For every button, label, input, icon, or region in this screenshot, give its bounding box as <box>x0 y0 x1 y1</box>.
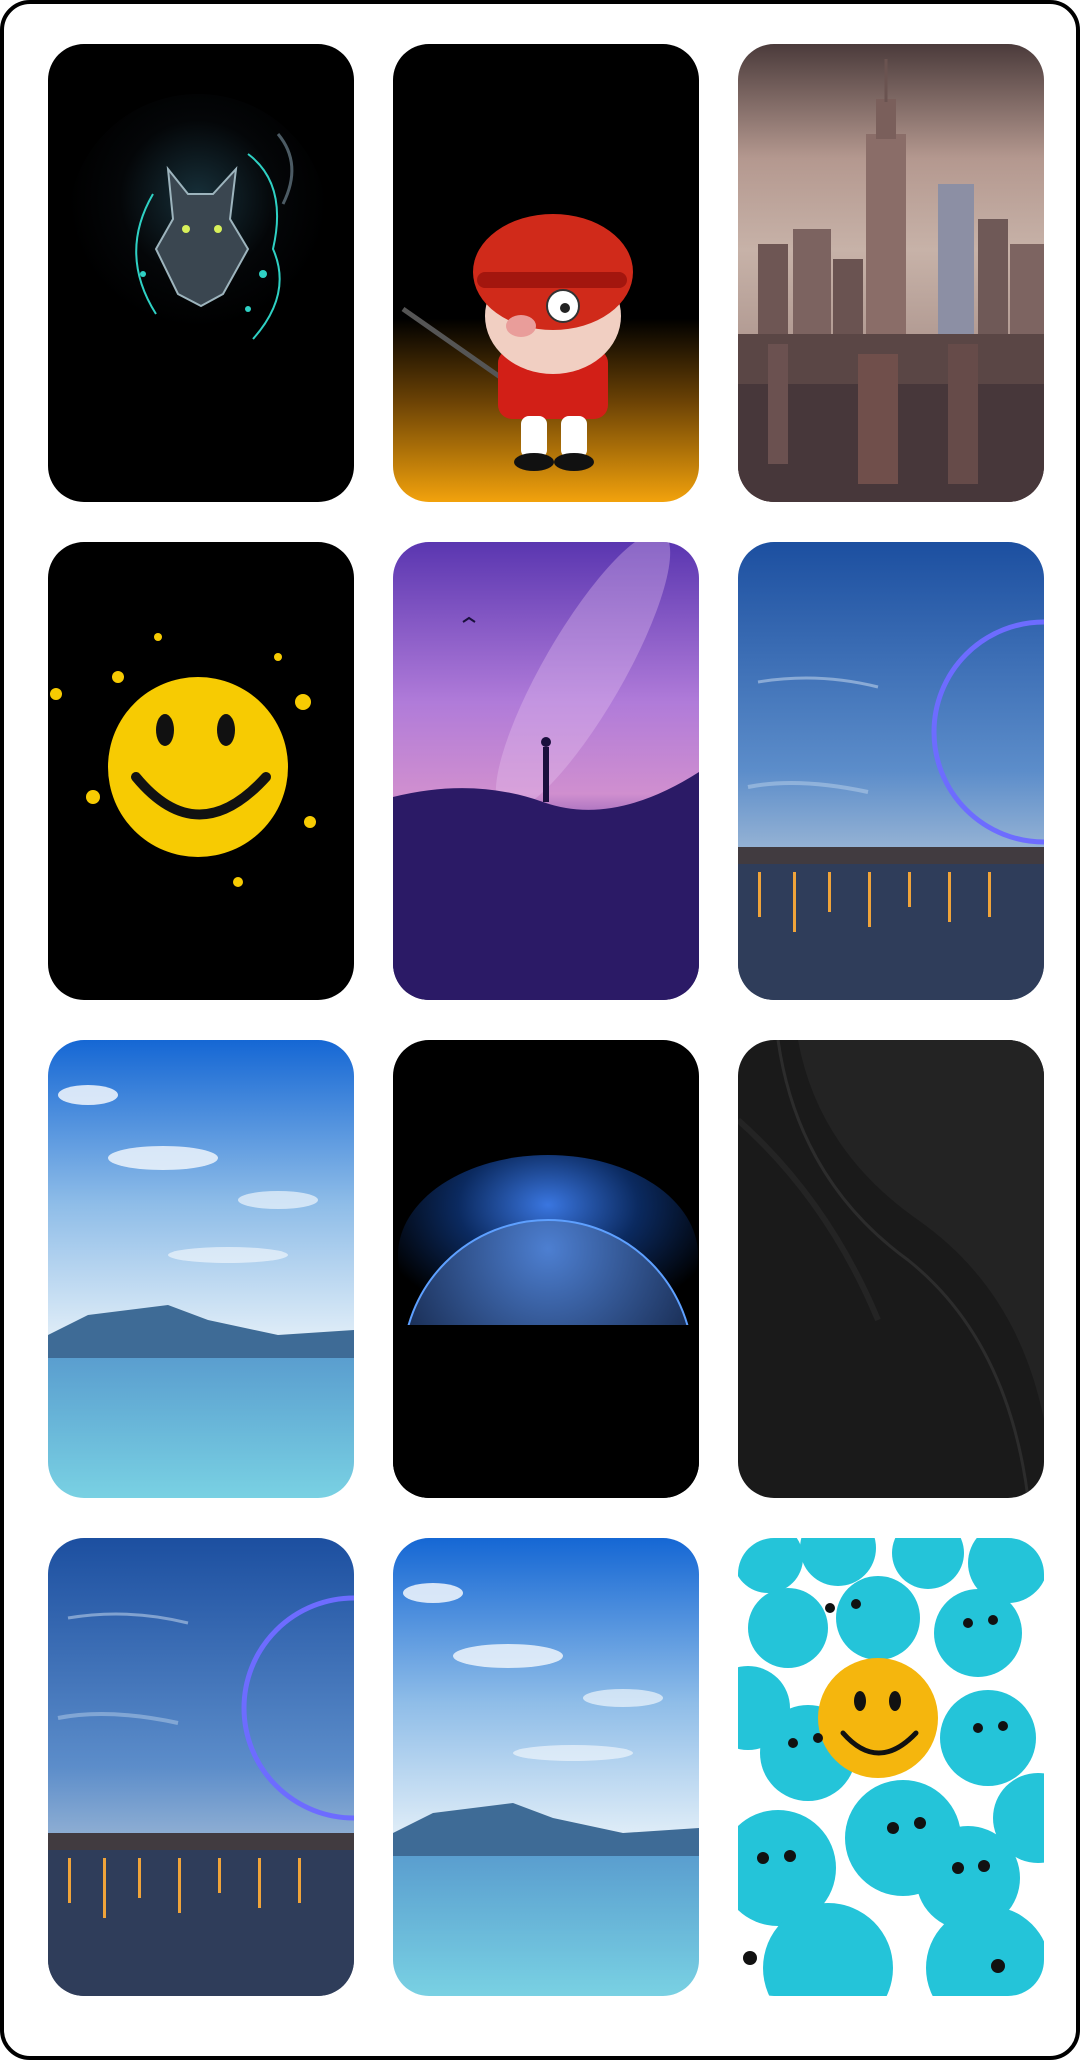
wallpaper-thumbnail-yellow-smiley[interactable] <box>48 542 354 1000</box>
wallpaper-picker-screen <box>0 0 1080 2060</box>
wallpaper-thumbnail-smiley-crowd[interactable] <box>738 1538 1044 1996</box>
lake-mountain-image <box>48 1040 354 1498</box>
pig-mascot-image <box>393 44 699 502</box>
city-skyline-image <box>738 44 1044 502</box>
wallpaper-thumbnail-city-night[interactable] <box>738 542 1044 1000</box>
dark-abstract-image <box>738 1040 1044 1498</box>
city-night-image <box>738 542 1044 1000</box>
wallpaper-grid <box>48 44 1044 1996</box>
wallpaper-thumbnail-dark-abstract[interactable] <box>738 1040 1044 1498</box>
neon-wolf-image <box>48 44 354 502</box>
earth-horizon-image <box>393 1040 699 1498</box>
wallpaper-thumbnail-city-skyline[interactable] <box>738 44 1044 502</box>
wallpaper-thumbnail-city-night-2[interactable] <box>48 1538 354 1996</box>
city-night-image <box>48 1538 354 1996</box>
wallpaper-thumbnail-lake-mountain-2[interactable] <box>393 1538 699 1996</box>
wallpaper-thumbnail-neon-wolf[interactable] <box>48 44 354 502</box>
wallpaper-thumbnail-milky-way[interactable] <box>393 542 699 1000</box>
yellow-smiley-image <box>48 542 354 1000</box>
wallpaper-thumbnail-earth-horizon[interactable] <box>393 1040 699 1498</box>
smiley-crowd-image <box>738 1538 1044 1996</box>
milky-way-image <box>393 542 699 1000</box>
lake-mountain-image <box>393 1538 699 1996</box>
wallpaper-thumbnail-pig-mascot[interactable] <box>393 44 699 502</box>
wallpaper-thumbnail-lake-mountain[interactable] <box>48 1040 354 1498</box>
